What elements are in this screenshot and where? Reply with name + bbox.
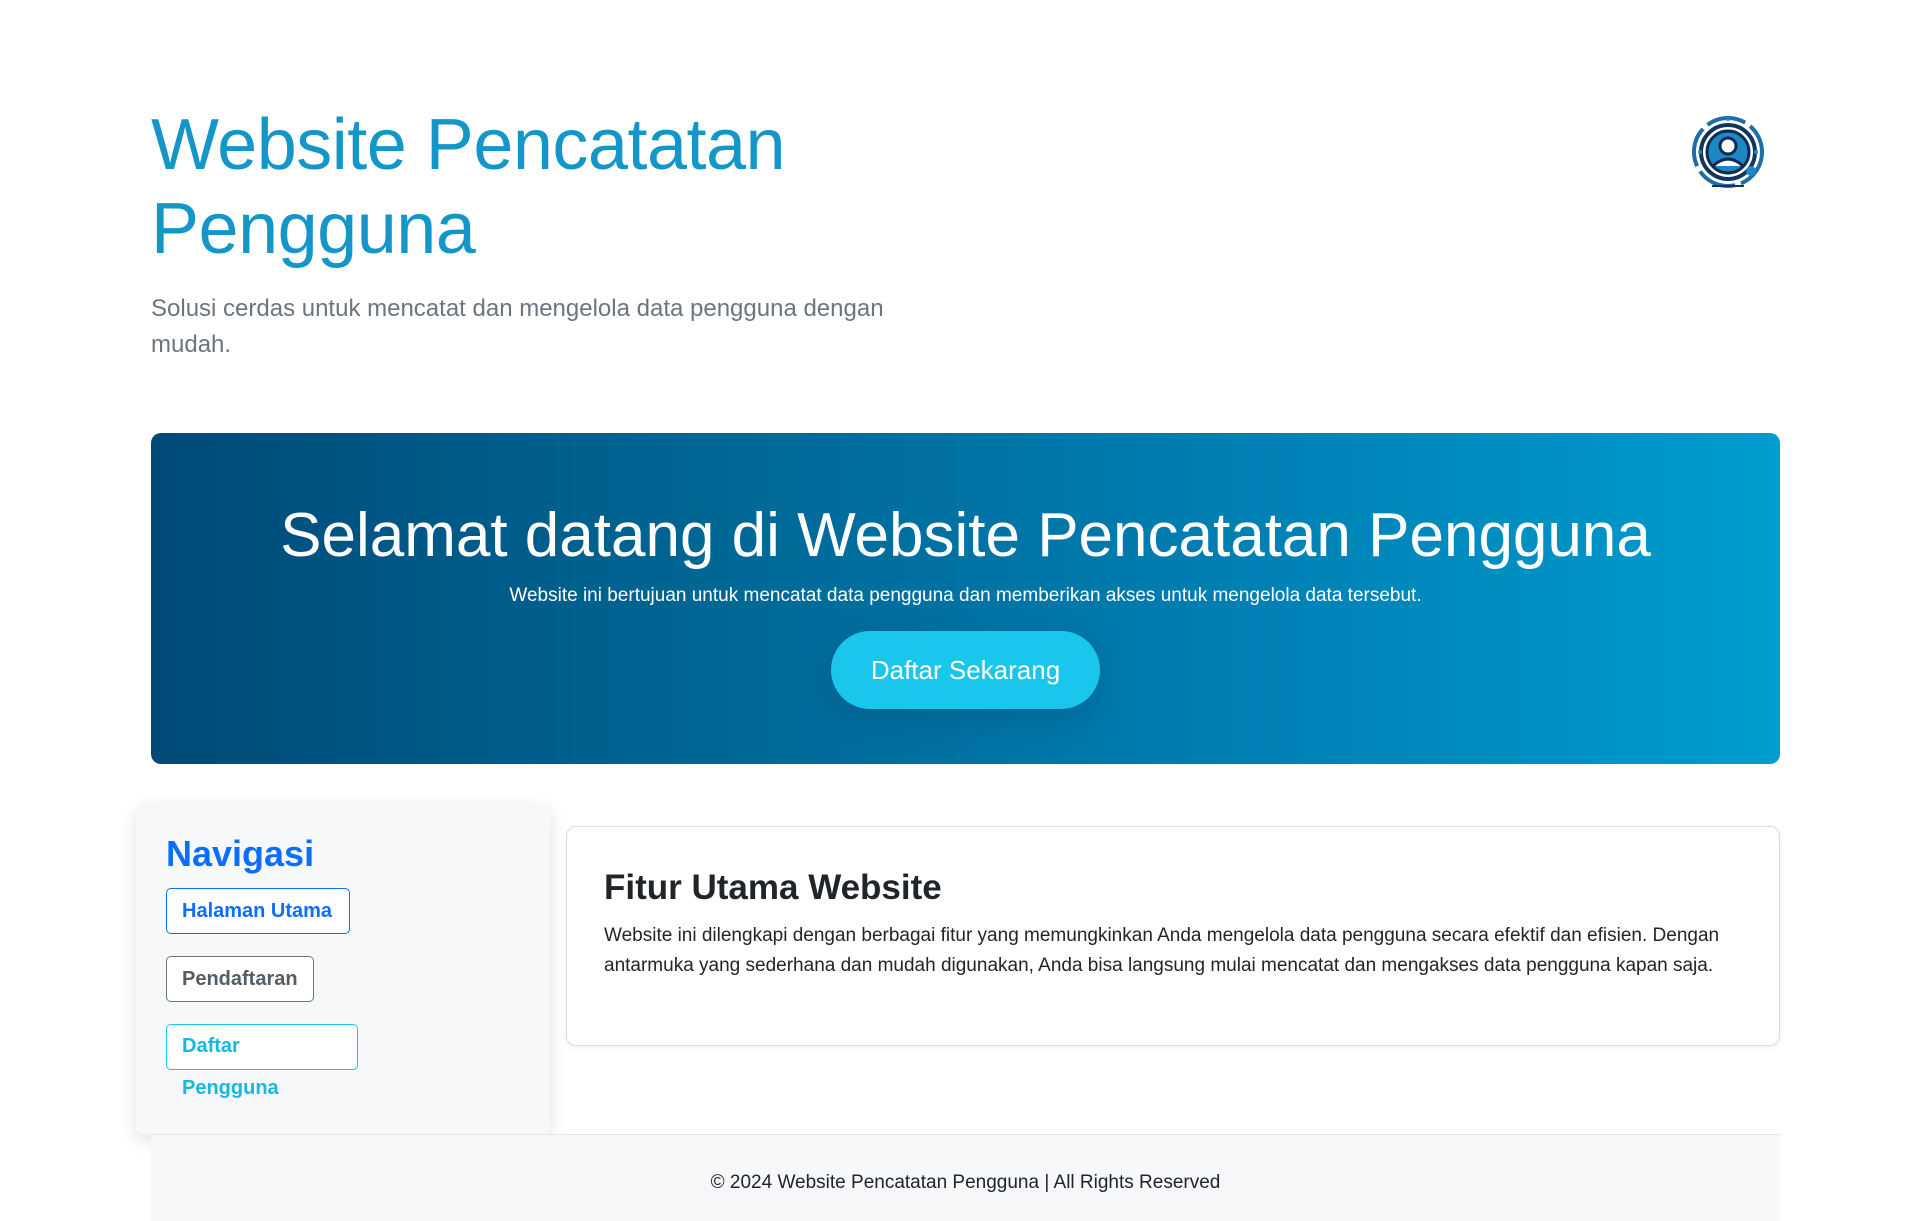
- features-card: Fitur Utama Website Website ini dilengka…: [566, 826, 1780, 1046]
- page: Website Pencatatan Pengguna Solusi cerda…: [0, 0, 1920, 1221]
- page-footer: © 2024 Website Pencatatan Pengguna | All…: [151, 1134, 1780, 1221]
- hero-title: Selamat datang di Website Pencatatan Pen…: [280, 501, 1651, 570]
- user-circle-logo-icon: [1688, 112, 1768, 192]
- features-title: Fitur Utama Website: [604, 868, 942, 907]
- navigation-title: Navigasi: [166, 833, 315, 874]
- hero-banner: Selamat datang di Website Pencatatan Pen…: [151, 433, 1780, 764]
- hero-description: Website ini bertujuan untuk mencatat dat…: [509, 585, 1422, 606]
- footer-copyright: © 2024 Website Pencatatan Pengguna | All…: [710, 1172, 1221, 1193]
- navigation-card: Navigasi Halaman Utama Pendaftaran Dafta…: [136, 804, 550, 1134]
- site-title: Website Pencatatan Pengguna: [151, 105, 786, 269]
- features-description: Website ini dilengkapi dengan berbagai f…: [604, 925, 1720, 976]
- nav-user-list-button[interactable]: Daftar Pengguna: [166, 1024, 358, 1099]
- site-subtitle: Solusi cerdas untuk mencatat dan mengelo…: [151, 295, 884, 358]
- nav-registration-button[interactable]: Pendaftaran: [166, 956, 314, 1002]
- nav-home-button[interactable]: Halaman Utama: [166, 888, 350, 934]
- register-now-button[interactable]: Daftar Sekarang: [830, 631, 1101, 709]
- page-header: Website Pencatatan Pengguna Solusi cerda…: [151, 103, 911, 363]
